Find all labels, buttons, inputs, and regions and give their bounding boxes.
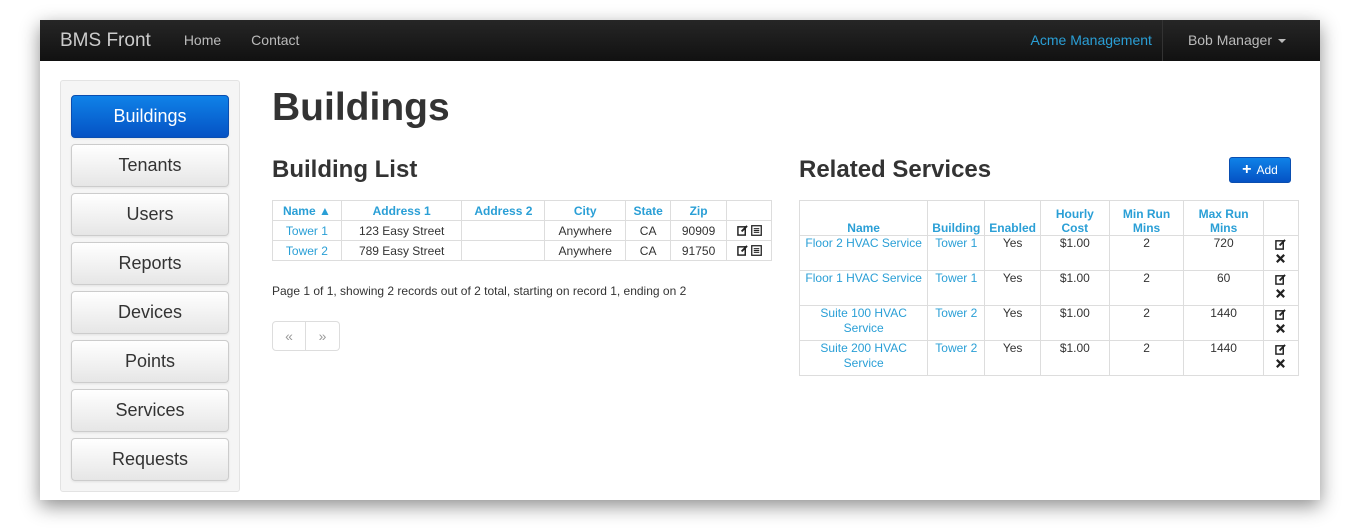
sidebar-item-devices[interactable]: Devices — [71, 291, 229, 334]
cell-enabled: Yes — [984, 305, 1041, 341]
building-link[interactable]: Tower 1 — [935, 271, 977, 285]
service-link[interactable]: Floor 1 HVAC Service — [805, 271, 921, 285]
col-city[interactable]: City — [544, 200, 627, 221]
navbar: BMS Front Home Contact Acme Management B… — [40, 20, 1320, 61]
col-state[interactable]: State — [625, 200, 672, 221]
cell-address2 — [461, 240, 546, 261]
table-row: Floor 2 HVAC Service Tower 1 Yes $1.00 2… — [798, 235, 1300, 271]
building-list-table: Name ▲ Address 1 Address 2 City State Zi… — [272, 200, 772, 261]
cell-address1: 123 Easy Street — [340, 220, 463, 241]
user-menu[interactable]: Bob Manager — [1163, 20, 1320, 61]
building-link[interactable]: Tower 1 — [286, 224, 328, 238]
col-enabled: Enabled — [984, 200, 1041, 236]
col-address1[interactable]: Address 1 — [340, 200, 463, 221]
page-title: Buildings — [272, 86, 450, 129]
sidebar-item-requests[interactable]: Requests — [71, 438, 229, 481]
cell-max: 1440 — [1183, 305, 1264, 341]
col-name[interactable]: Name ▲ — [272, 200, 342, 221]
col-building: Building — [927, 200, 986, 236]
cell-enabled: Yes — [984, 235, 1041, 271]
sidebar: Buildings Tenants Users Reports Devices … — [60, 80, 240, 492]
pagination: « » — [272, 321, 340, 351]
cell-min: 2 — [1108, 235, 1185, 271]
cell-address1: 789 Easy Street — [340, 240, 463, 261]
cell-state: CA — [625, 240, 672, 261]
related-services-title: Related Services — [799, 156, 992, 183]
plus-icon: + — [1242, 161, 1252, 178]
col-actions — [1262, 200, 1300, 236]
edit-icon[interactable] — [736, 225, 748, 236]
cell-min: 2 — [1108, 305, 1185, 341]
cell-min: 2 — [1108, 340, 1185, 376]
delete-icon[interactable] — [1275, 323, 1286, 334]
cell-enabled: Yes — [984, 340, 1041, 376]
add-service-button[interactable]: + Add — [1229, 157, 1291, 183]
sidebar-item-services[interactable]: Services — [71, 389, 229, 432]
list-icon[interactable] — [750, 225, 762, 236]
navbar-right: Acme Management Bob Manager — [1031, 20, 1320, 61]
list-icon[interactable] — [750, 245, 762, 256]
col-max-run: Max Run Mins — [1183, 200, 1264, 236]
col-hourly-cost: Hourly Cost — [1039, 200, 1110, 236]
org-link[interactable]: Acme Management — [1031, 20, 1162, 61]
app-window: BMS Front Home Contact Acme Management B… — [40, 20, 1320, 500]
nav-home[interactable]: Home — [169, 20, 236, 61]
cell-cost: $1.00 — [1039, 270, 1110, 306]
edit-icon[interactable] — [1275, 309, 1287, 320]
cell-city: Anywhere — [544, 240, 627, 261]
cell-max: 720 — [1183, 235, 1264, 271]
sidebar-item-buildings[interactable]: Buildings — [71, 95, 229, 138]
sidebar-item-users[interactable]: Users — [71, 193, 229, 236]
building-link[interactable]: Tower 2 — [935, 306, 977, 320]
delete-icon[interactable] — [1275, 358, 1286, 369]
brand[interactable]: BMS Front — [60, 30, 151, 52]
service-link[interactable]: Suite 100 HVAC Service — [820, 306, 907, 335]
building-link[interactable]: Tower 2 — [286, 244, 328, 258]
cell-zip: 91750 — [670, 240, 728, 261]
cell-zip: 90909 — [670, 220, 728, 241]
delete-icon[interactable] — [1275, 253, 1286, 264]
sidebar-item-points[interactable]: Points — [71, 340, 229, 383]
cell-min: 2 — [1108, 270, 1185, 306]
service-link[interactable]: Floor 2 HVAC Service — [805, 236, 921, 250]
cell-max: 1440 — [1183, 340, 1264, 376]
service-link[interactable]: Suite 200 HVAC Service — [820, 341, 907, 370]
cell-enabled: Yes — [984, 270, 1041, 306]
col-zip[interactable]: Zip — [670, 200, 728, 221]
cell-state: CA — [625, 220, 672, 241]
edit-icon[interactable] — [736, 245, 748, 256]
edit-icon[interactable] — [1275, 344, 1287, 355]
table-row: Suite 100 HVAC Service Tower 2 Yes $1.00… — [798, 305, 1300, 341]
table-row: Tower 2 789 Easy Street Anywhere CA 9175… — [272, 240, 772, 261]
sidebar-item-reports[interactable]: Reports — [71, 242, 229, 285]
sidebar-item-tenants[interactable]: Tenants — [71, 144, 229, 187]
table-row: Floor 1 HVAC Service Tower 1 Yes $1.00 2… — [798, 270, 1300, 306]
edit-icon[interactable] — [1275, 274, 1287, 285]
related-services-table: Name Building Enabled Hourly Cost Min Ru… — [798, 200, 1300, 376]
add-label: Add — [1256, 163, 1278, 177]
caret-down-icon — [1278, 38, 1286, 43]
cell-address2 — [461, 220, 546, 241]
cell-cost: $1.00 — [1039, 235, 1110, 271]
building-link[interactable]: Tower 2 — [935, 341, 977, 355]
pager-summary: Page 1 of 1, showing 2 records out of 2 … — [272, 284, 687, 298]
cell-max: 60 — [1183, 270, 1264, 306]
table-row: Tower 1 123 Easy Street Anywhere CA 9090… — [272, 220, 772, 241]
col-actions — [726, 200, 772, 221]
user-name: Bob Manager — [1187, 32, 1272, 48]
cell-cost: $1.00 — [1039, 305, 1110, 341]
cell-cost: $1.00 — [1039, 340, 1110, 376]
table-row: Suite 200 HVAC Service Tower 2 Yes $1.00… — [798, 340, 1300, 376]
pager-prev-button[interactable]: « — [272, 321, 306, 351]
col-name: Name — [798, 200, 929, 236]
col-address2[interactable]: Address 2 — [461, 200, 546, 221]
cell-city: Anywhere — [544, 220, 627, 241]
col-min-run: Min Run Mins — [1108, 200, 1185, 236]
edit-icon[interactable] — [1275, 239, 1287, 250]
building-link[interactable]: Tower 1 — [935, 236, 977, 250]
building-list-title: Building List — [272, 156, 418, 183]
pager-next-button[interactable]: » — [306, 321, 340, 351]
nav-contact[interactable]: Contact — [236, 20, 314, 61]
delete-icon[interactable] — [1275, 288, 1286, 299]
